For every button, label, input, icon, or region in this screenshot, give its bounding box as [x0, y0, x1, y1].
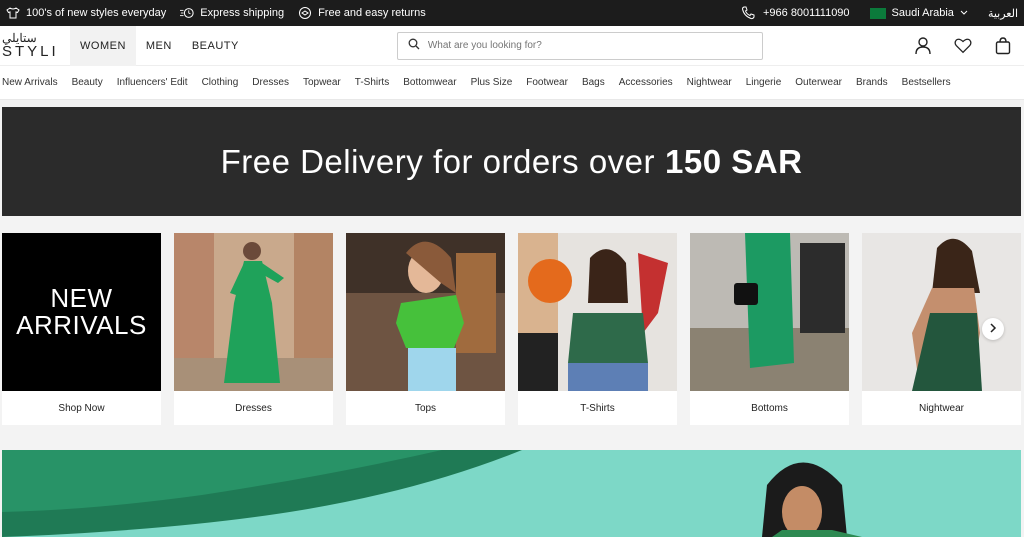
bag-icon[interactable] [994, 36, 1012, 55]
top-bar: 100's of new styles everyday Express shi… [0, 0, 1024, 26]
hero-artwork [2, 450, 1021, 537]
nav-accessories[interactable]: Accessories [619, 77, 673, 88]
nav-bottomwear[interactable]: Bottomwear [403, 77, 456, 88]
nav-clothing[interactable]: Clothing [202, 77, 239, 88]
bottoms-image [690, 233, 849, 391]
nav-topwear[interactable]: Topwear [303, 77, 341, 88]
tile-tshirts[interactable]: T-Shirts [518, 233, 677, 425]
chevron-right-icon [989, 320, 997, 338]
dresses-image [174, 233, 333, 391]
country-selector[interactable]: Saudi Arabia [869, 7, 968, 19]
banner-text: Free Delivery for orders over [220, 142, 656, 180]
tab-beauty[interactable]: BEAUTY [182, 26, 249, 66]
returns-icon [298, 6, 312, 20]
nav-bestsellers[interactable]: Bestsellers [902, 77, 951, 88]
tile-tops[interactable]: Tops [346, 233, 505, 425]
chevron-down-icon [960, 7, 968, 19]
promo-text: Express shipping [200, 7, 285, 19]
nav-plus-size[interactable]: Plus Size [471, 77, 513, 88]
search-icon [408, 37, 420, 55]
nav-dresses[interactable]: Dresses [252, 77, 289, 88]
nav-beauty[interactable]: Beauty [72, 77, 103, 88]
clock-icon [180, 6, 194, 20]
nav-bags[interactable]: Bags [582, 77, 605, 88]
promo-new-styles: 100's of new styles everyday [6, 6, 166, 20]
tile-caption: Shop Now [58, 402, 105, 414]
phone-link[interactable]: +966 8001111090 [741, 6, 850, 20]
new-arrivals-title: NEW ARRIVALS [16, 282, 147, 340]
nav-tshirts[interactable]: T-Shirts [355, 77, 389, 88]
tile-caption: Tops [414, 402, 437, 414]
tile-caption: Nightwear [918, 402, 965, 414]
tile-caption: Dresses [235, 402, 272, 414]
category-tiles: NEW ARRIVALS Shop Now Dresses Tops T-Shi… [2, 233, 1021, 425]
promo-text: 100's of new styles everyday [26, 7, 167, 19]
logo[interactable]: ستايلي STYLI [0, 32, 70, 59]
nav-new-arrivals[interactable]: New Arrivals [2, 77, 58, 88]
promo-text: Free and easy returns [318, 7, 426, 19]
hero-banner[interactable] [2, 450, 1021, 537]
main-header: ستايلي STYLI WOMEN MEN BEAUTY [0, 25, 1024, 66]
nav-footwear[interactable]: Footwear [526, 77, 568, 88]
saudi-flag-icon [869, 7, 886, 19]
tshirts-image [518, 233, 677, 391]
free-delivery-banner[interactable]: Free Delivery for orders over 150 SAR [2, 107, 1021, 216]
heart-icon[interactable] [954, 37, 972, 55]
nav-influencers-edit[interactable]: Influencers' Edit [117, 77, 188, 88]
logo-english: STYLI [2, 43, 59, 60]
header-actions [914, 36, 1024, 55]
nav-outerwear[interactable]: Outerwear [795, 77, 842, 88]
phone-icon [741, 6, 755, 20]
promo-express: Express shipping [180, 6, 284, 20]
tile-caption: Bottoms [751, 402, 788, 414]
tops-image [346, 233, 505, 391]
tile-caption: T-Shirts [580, 402, 615, 414]
category-nav: New Arrivals Beauty Influencers' Edit Cl… [0, 66, 1024, 100]
tab-women[interactable]: WOMEN [70, 25, 136, 66]
gender-tabs: WOMEN MEN BEAUTY [70, 25, 249, 66]
banner-highlight: 150 SAR [665, 142, 803, 180]
country-name: Saudi Arabia [891, 7, 954, 19]
nav-lingerie[interactable]: Lingerie [746, 77, 782, 88]
shirt-icon [6, 6, 20, 20]
nav-brands[interactable]: Brands [856, 77, 888, 88]
tile-dresses[interactable]: Dresses [174, 233, 333, 425]
tile-bottoms[interactable]: Bottoms [690, 233, 849, 425]
new-arrivals-image: NEW ARRIVALS [2, 233, 161, 391]
carousel-next-button[interactable] [982, 318, 1004, 340]
promo-returns: Free and easy returns [298, 6, 426, 20]
language-switch[interactable]: العربية [988, 7, 1018, 20]
account-icon[interactable] [914, 36, 932, 55]
search-input[interactable] [427, 40, 728, 51]
tab-men[interactable]: MEN [136, 26, 182, 66]
phone-number: +966 8001111090 [762, 7, 850, 19]
search-box[interactable] [396, 31, 763, 60]
tile-new-arrivals[interactable]: NEW ARRIVALS Shop Now [2, 233, 161, 425]
nav-nightwear[interactable]: Nightwear [687, 77, 732, 88]
nightwear-image [862, 233, 1021, 391]
